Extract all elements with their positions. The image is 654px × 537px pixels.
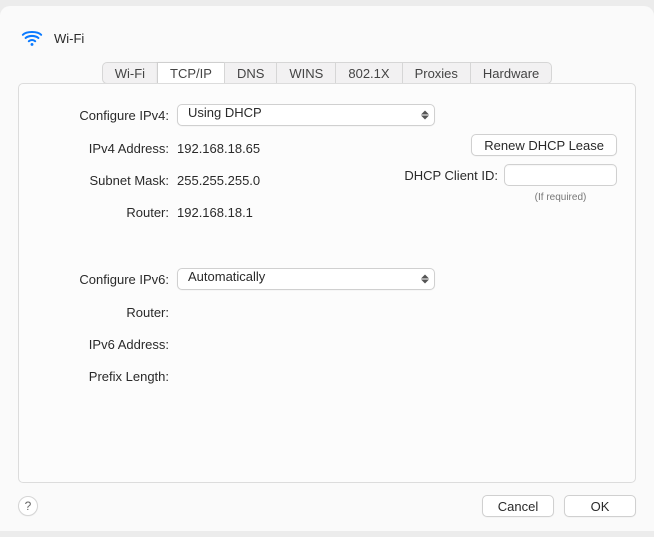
tab-wifi[interactable]: Wi-Fi xyxy=(102,62,157,84)
footer-buttons: Cancel OK xyxy=(482,495,636,517)
configure-ipv6-select[interactable]: Automatically xyxy=(177,268,435,290)
value-ipv4-address: 192.168.18.65 xyxy=(177,141,260,156)
wifi-icon xyxy=(20,26,44,50)
window-title: Wi-Fi xyxy=(54,31,84,46)
cancel-button[interactable]: Cancel xyxy=(482,495,554,517)
configure-ipv4-select[interactable]: Using DHCP xyxy=(177,104,435,126)
tab-hardware[interactable]: Hardware xyxy=(470,62,552,84)
tab-proxies[interactable]: Proxies xyxy=(402,62,470,84)
tab-dns[interactable]: DNS xyxy=(224,62,276,84)
tab-8021x[interactable]: 802.1X xyxy=(335,62,401,84)
label-router-v6: Router: xyxy=(37,305,169,320)
label-ipv6-address: IPv6 Address: xyxy=(37,337,169,352)
label-ipv4-address: IPv4 Address: xyxy=(37,141,169,156)
value-router-v4: 192.168.18.1 xyxy=(177,205,253,220)
form-area: Configure IPv4: Using DHCP Renew DHCP Le… xyxy=(37,104,617,386)
tab-bar: Wi-Fi TCP/IP DNS WINS 802.1X Proxies Har… xyxy=(18,62,636,84)
label-router-v4: Router: xyxy=(37,205,169,220)
tab-wins[interactable]: WINS xyxy=(276,62,335,84)
section-gap xyxy=(37,234,617,256)
label-configure-ipv6: Configure IPv6: xyxy=(37,272,169,287)
footer: ? Cancel OK xyxy=(18,483,636,517)
label-subnet-mask: Subnet Mask: xyxy=(37,173,169,188)
ok-button[interactable]: OK xyxy=(564,495,636,517)
label-prefix-length: Prefix Length: xyxy=(37,369,169,384)
label-configure-ipv4: Configure IPv4: xyxy=(37,108,169,123)
title-row: Wi-Fi xyxy=(18,22,636,62)
wifi-settings-window: Wi-Fi Wi-Fi TCP/IP DNS WINS 802.1X Proxi… xyxy=(0,6,654,531)
tcpip-panel: Configure IPv4: Using DHCP Renew DHCP Le… xyxy=(18,83,636,483)
row-configure-ipv4-value: Using DHCP Renew DHCP Lease DHCP Client … xyxy=(177,104,617,126)
value-subnet-mask: 255.255.255.0 xyxy=(177,173,260,188)
help-button[interactable]: ? xyxy=(18,496,38,516)
tab-tcpip[interactable]: TCP/IP xyxy=(157,62,224,84)
